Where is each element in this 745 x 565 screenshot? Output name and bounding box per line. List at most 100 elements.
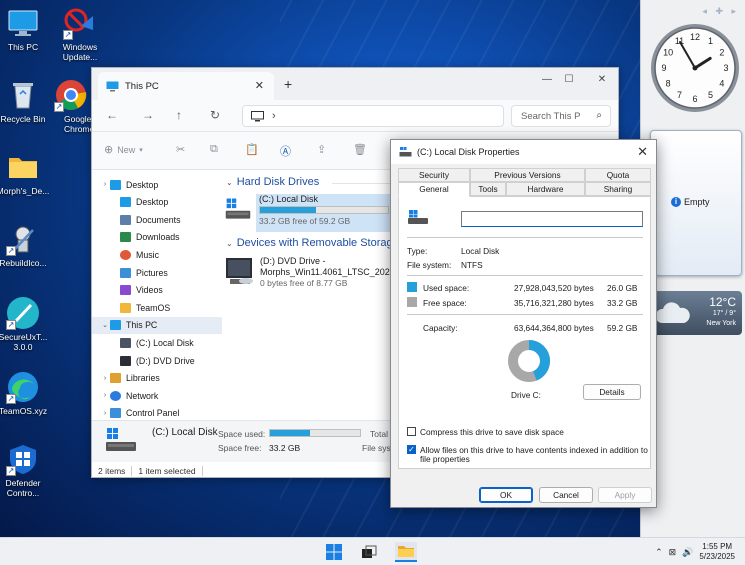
nav-item-label: Libraries <box>126 373 160 384</box>
shortcut-arrow-icon: ↗ <box>54 102 64 112</box>
free-space-bytes: 35,716,321,280 bytes <box>514 298 594 308</box>
expand-chevron-icon[interactable]: › <box>100 410 110 417</box>
nav-item-desktop[interactable]: Desktop <box>92 194 222 211</box>
expand-chevron-icon[interactable]: › <box>100 392 110 399</box>
nav-item-network[interactable]: › Network <box>92 387 222 404</box>
nav-item-this-pc[interactable]: ⌄ This PC <box>92 316 222 334</box>
up-icon[interactable]: ↑ <box>176 108 182 122</box>
nav-item-libraries[interactable]: › Libraries <box>92 370 222 387</box>
nav-item-teamos[interactable]: TeamOS <box>92 299 222 316</box>
nav-item-d-dvd-drive[interactable]: (D:) DVD Drive <box>92 352 222 369</box>
chevron-up-icon[interactable]: ⌃ <box>655 547 663 558</box>
desktop-icon-google-chrome[interactable]: ↗ Google Chrome <box>46 78 96 134</box>
disk-properties-dialog: (C:) Local Disk Properties ✕ Security Pr… <box>390 139 657 508</box>
tab-tools[interactable]: Tools <box>470 182 506 196</box>
paste-icon[interactable]: 📋 <box>245 143 259 156</box>
start-button[interactable] <box>323 542 345 562</box>
address-chevron[interactable]: › <box>272 110 276 122</box>
tab-this-pc[interactable]: This PC ✕ <box>98 72 274 100</box>
compress-checkbox[interactable] <box>407 427 416 436</box>
search-box[interactable]: Search This P ⌕ <box>511 105 611 127</box>
delete-icon[interactable]: 🗑 <box>353 143 367 156</box>
desktop-icon-windows-update[interactable]: ↗ Windows Update... <box>48 6 112 62</box>
file-explorer-taskbar-button[interactable] <box>395 542 417 562</box>
new-button[interactable]: ⊕ New ▾ <box>104 143 143 156</box>
clock-numeral: 9 <box>661 63 666 73</box>
group-title: Devices with Removable Storage <box>236 237 399 249</box>
documents-icon <box>120 214 131 225</box>
desktop-icon-defender-control[interactable]: ↗ Defender Contro... <box>0 442 55 498</box>
group-hard-disk-drives[interactable]: ⌄ Hard Disk Drives <box>226 176 319 188</box>
filesystem-value: NTFS <box>461 260 483 270</box>
nav-item-downloads[interactable]: Downloads <box>92 229 222 246</box>
cut-icon[interactable]: ✂ <box>176 143 185 156</box>
desktop-icon-this-pc[interactable]: This PC <box>0 6 55 52</box>
close-tab-icon[interactable]: ✕ <box>255 79 264 92</box>
task-view-button[interactable] <box>358 542 380 562</box>
ok-button[interactable]: OK <box>479 487 533 503</box>
nav-item-label: This PC <box>126 320 158 331</box>
refresh-icon[interactable]: ↻ <box>210 108 220 122</box>
tab-hardware[interactable]: Hardware <box>506 182 585 196</box>
drive-c-free-text: 33.2 GB free of 59.2 GB <box>259 216 351 226</box>
tab-sharing[interactable]: Sharing <box>585 182 651 196</box>
network-disconnected-icon[interactable]: ⊠ <box>669 547 677 558</box>
copy-icon[interactable]: ⧉ <box>210 143 218 156</box>
tab-security[interactable]: Security <box>398 168 470 182</box>
taskbar-date: 5/23/2025 <box>699 552 735 561</box>
nav-item-documents[interactable]: Documents <box>92 211 222 228</box>
clock-gadget[interactable]: 123456789101112 <box>649 22 741 114</box>
index-checkbox[interactable]: ✓ <box>407 445 416 454</box>
forward-icon[interactable]: → <box>142 108 154 122</box>
control-panel-icon <box>110 408 121 419</box>
expand-chevron-icon[interactable]: › <box>100 181 110 188</box>
desktop-icon-teamos[interactable]: ↗ TeamOS.xyz <box>0 370 55 416</box>
nav-item-c-local-disk[interactable]: (C:) Local Disk <box>92 334 222 351</box>
clock-date[interactable]: 1:55 PM 5/23/2025 <box>699 542 735 562</box>
details-button[interactable]: Details <box>583 384 641 400</box>
nav-item-pictures[interactable]: Pictures <box>92 264 222 281</box>
info-icon: i <box>671 197 681 207</box>
rename-icon[interactable]: Ⓐ <box>280 143 291 159</box>
nav-item-label: Control Panel <box>126 408 180 419</box>
drive-c-item[interactable]: (C:) Local Disk 33.2 GB free of 59.2 GB <box>222 194 392 234</box>
expand-chevron-icon[interactable]: ⌄ <box>100 321 110 329</box>
cancel-button[interactable]: Cancel <box>539 487 593 503</box>
nav-item-label: Desktop <box>126 179 159 190</box>
details-usage-fill <box>270 430 310 436</box>
notes-gadget[interactable]: i Empty <box>650 130 742 276</box>
drive-name-input[interactable] <box>461 211 643 227</box>
weather-gadget[interactable]: 12°C 17° / 9° New York <box>650 291 742 335</box>
desktop-icon <box>120 197 131 208</box>
desktop-icon-rebuildico[interactable]: ↗ RebuildIco... <box>0 222 55 268</box>
back-icon[interactable]: ← <box>106 108 118 122</box>
expand-chevron-icon[interactable]: › <box>100 375 110 382</box>
nav-item-desktop[interactable]: › Desktop <box>92 176 222 193</box>
desktop-icon-morphs-folder[interactable]: Morph's_De... <box>0 150 55 196</box>
nav-item-videos[interactable]: Videos <box>92 282 222 299</box>
status-item-count: 2 items <box>98 465 126 476</box>
tab-quota[interactable]: Quota <box>585 168 651 182</box>
search-icon: ⌕ <box>596 110 602 121</box>
nav-item-label: Desktop <box>136 197 169 208</box>
volume-icon[interactable]: 🔊 <box>682 547 693 558</box>
folder-icon <box>120 302 131 313</box>
new-tab-icon[interactable]: + <box>284 76 292 92</box>
dvd-icon <box>120 355 131 366</box>
tab-previous-versions[interactable]: Previous Versions <box>470 168 585 182</box>
close-window-icon[interactable]: ✕ <box>582 74 618 85</box>
nav-item-label: Pictures <box>136 267 168 278</box>
desktop-icon-secureuxtheme[interactable]: ↗ SecureUxT... 3.0.0 <box>0 296 55 352</box>
address-bar[interactable]: › <box>242 105 504 127</box>
apply-button[interactable]: Apply <box>598 487 652 503</box>
share-icon[interactable]: ⇪ <box>317 143 326 156</box>
nav-item-music[interactable]: Music <box>92 246 222 263</box>
nav-item-label: (C:) Local Disk <box>136 337 194 348</box>
secureuxtheme-brush-icon: ↗ <box>6 296 40 330</box>
group-removable-storage[interactable]: ⌄ Devices with Removable Storage <box>226 237 399 249</box>
tab-general[interactable]: General <box>398 182 470 197</box>
close-dialog-icon[interactable]: ✕ <box>637 144 648 160</box>
clock-numeral: 12 <box>690 32 700 42</box>
gadget-nav-arrows-icon[interactable]: ◂ ✚ ▸ <box>702 6 739 17</box>
weather-range: 17° / 9° <box>712 310 736 317</box>
